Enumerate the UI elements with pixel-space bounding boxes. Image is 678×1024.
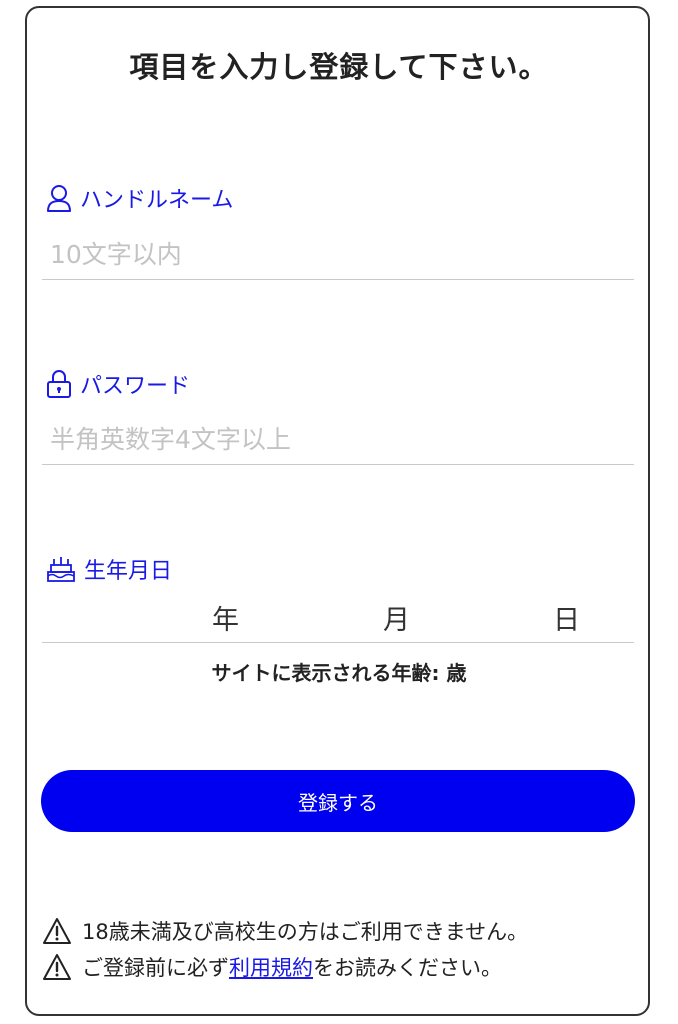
warning-icon (43, 954, 71, 980)
birthday-input-row[interactable]: 年 月 日 (42, 596, 634, 643)
month-unit[interactable]: 月 (383, 598, 410, 637)
page-title: 項目を入力し登録して下さい。 (129, 50, 549, 84)
year-unit[interactable]: 年 (212, 598, 239, 637)
registration-card (25, 6, 650, 1016)
day-unit[interactable]: 日 (553, 598, 580, 637)
terms-notice: ご登録前に必ず 利用規約 をお読みください。 (42, 952, 502, 982)
age-label: サイトに表示される年齢: (211, 661, 440, 685)
user-icon (47, 185, 71, 212)
cake-icon (47, 557, 75, 582)
handle-label: ハンドルネーム (46, 182, 233, 214)
lock-icon (47, 370, 71, 398)
notice-text-2-prefix: ご登録前に必ず (82, 956, 229, 980)
notice-text-1: 18歳未満及び高校生の方はご利用できません。 (82, 920, 529, 944)
handle-label-text: ハンドルネーム (80, 188, 234, 213)
age-unit: 歳 (446, 661, 467, 685)
displayed-age: サイトに表示される年齢: 歳 (0, 657, 678, 686)
warning-icon (43, 918, 71, 944)
register-button[interactable]: 登録する (41, 770, 635, 832)
password-input[interactable] (42, 415, 634, 465)
handle-input[interactable] (42, 230, 634, 280)
age-restriction-notice: 18歳未満及び高校生の方はご利用できません。 (42, 916, 528, 946)
terms-link[interactable]: 利用規約 (229, 952, 313, 982)
notice-text-2-suffix: をお読みください。 (313, 956, 502, 980)
birthday-label: 生年月日 (46, 553, 172, 585)
password-label-text: パスワード (80, 374, 191, 399)
birthday-label-text: 生年月日 (84, 559, 173, 584)
password-label: パスワード (46, 368, 190, 400)
